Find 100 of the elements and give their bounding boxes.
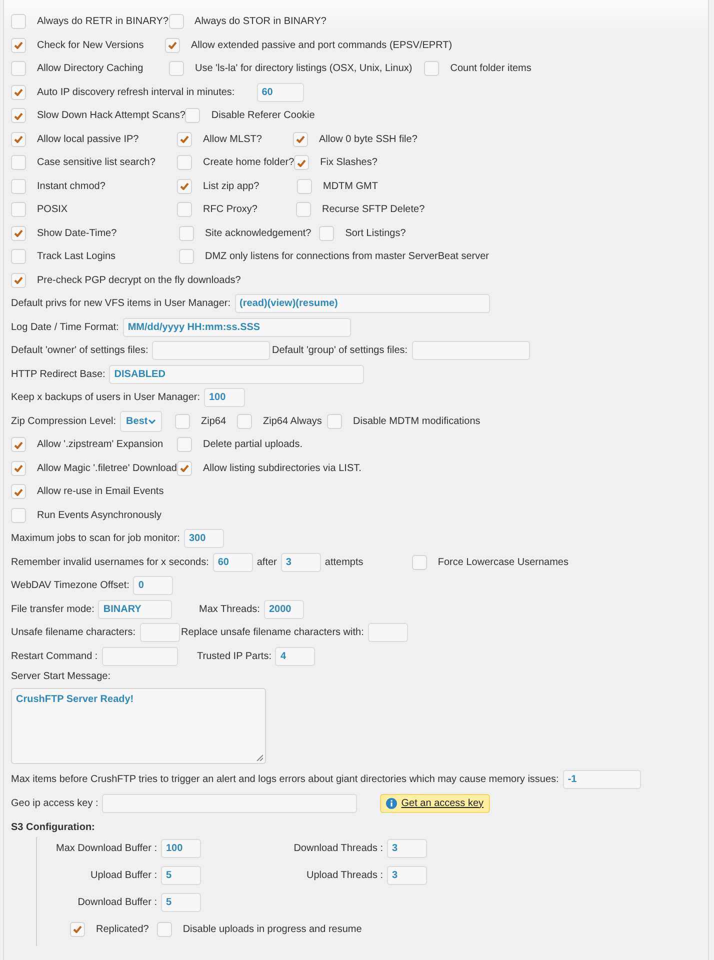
checkbox[interactable] xyxy=(177,155,192,170)
access-key-link[interactable]: Get an access key xyxy=(380,794,490,813)
checkmark-icon xyxy=(14,88,23,96)
checkbox-label: Count folder items xyxy=(450,62,532,76)
checkbox-label: Site acknowledgement? xyxy=(205,226,312,241)
field-label: Zip Compression Level: xyxy=(11,414,116,429)
input-field[interactable] xyxy=(140,623,180,642)
select-dropdown[interactable]: Best xyxy=(120,410,162,432)
checkbox[interactable] xyxy=(11,484,26,500)
checkbox[interactable] xyxy=(11,178,26,194)
checkbox[interactable] xyxy=(177,178,192,194)
checkmark-icon xyxy=(180,464,189,472)
checkbox[interactable] xyxy=(327,414,342,429)
input-field[interactable]: 4 xyxy=(275,646,316,666)
checkbox[interactable] xyxy=(156,922,172,936)
checkbox[interactable] xyxy=(177,460,192,476)
input-field[interactable]: 100 xyxy=(161,839,201,858)
checkbox[interactable] xyxy=(177,132,192,147)
checkbox[interactable] xyxy=(175,414,190,429)
input-field[interactable]: 60 xyxy=(256,82,304,102)
input-field[interactable] xyxy=(102,646,178,666)
input-field[interactable]: 5 xyxy=(161,893,201,912)
checkbox[interactable] xyxy=(237,414,252,429)
checkbox[interactable] xyxy=(11,508,26,523)
input-field[interactable]: 2000 xyxy=(264,600,304,619)
checkbox-label: Always do RETR in BINARY? xyxy=(37,15,169,30)
checkmark-icon xyxy=(14,112,23,120)
resize-grip-icon[interactable] xyxy=(256,754,263,761)
checkbox[interactable] xyxy=(165,38,180,53)
input-field[interactable] xyxy=(152,341,270,360)
checkmark-icon xyxy=(14,276,23,284)
checkbox-label: Zip64 Always xyxy=(263,414,322,429)
checkbox[interactable] xyxy=(293,132,308,147)
checkbox[interactable] xyxy=(297,178,312,194)
input-field[interactable]: BINARY xyxy=(98,600,172,619)
input-field[interactable]: 300 xyxy=(184,529,224,548)
checkbox-label: Always do STOR in BINARY? xyxy=(194,15,326,30)
checkbox[interactable] xyxy=(11,437,26,452)
checkmark-icon xyxy=(180,135,189,144)
field-label: Download Threads : xyxy=(292,842,383,856)
checkbox-label: Instant chmod? xyxy=(37,180,106,194)
field-label: attempts xyxy=(324,556,364,570)
checkbox[interactable] xyxy=(319,226,334,241)
checkbox[interactable] xyxy=(11,14,26,30)
input-field[interactable]: 3 xyxy=(280,552,321,572)
checkbox-label: Show Date-Time? xyxy=(37,226,117,241)
input-field[interactable] xyxy=(368,623,408,642)
input-field[interactable]: 5 xyxy=(161,866,201,885)
checkbox[interactable] xyxy=(412,554,427,570)
checkbox-label: RFC Proxy? xyxy=(203,203,258,218)
checkbox[interactable] xyxy=(294,155,310,170)
checkbox[interactable] xyxy=(185,108,200,124)
checkbox[interactable] xyxy=(168,14,184,30)
input-field[interactable]: 60 xyxy=(212,552,253,572)
checkbox-label: Allow Directory Caching xyxy=(37,62,144,76)
checkbox[interactable] xyxy=(11,38,26,53)
input-field[interactable]: 3 xyxy=(387,839,427,858)
checkmark-icon xyxy=(14,464,23,472)
text-area[interactable]: CrushFTP Server Ready! xyxy=(11,688,266,764)
checkbox[interactable] xyxy=(179,226,194,241)
checkbox[interactable] xyxy=(11,61,26,76)
checkbox[interactable] xyxy=(179,249,194,264)
input-field[interactable]: 3 xyxy=(387,866,427,885)
input-field[interactable]: MM/dd/yyyy HH:mm:ss.SSS xyxy=(122,318,351,337)
input-field[interactable]: (read)(view)(resume) xyxy=(234,294,490,314)
input-field[interactable] xyxy=(102,794,358,813)
input-field[interactable] xyxy=(412,341,530,360)
checkbox[interactable] xyxy=(177,202,192,218)
checkmark-icon xyxy=(14,229,23,238)
checkbox-label: Disable uploads in progress and resume xyxy=(182,922,362,936)
checkbox[interactable] xyxy=(11,226,26,241)
checkbox[interactable] xyxy=(11,108,26,124)
input-field[interactable]: DISABLED xyxy=(109,364,364,384)
input-field[interactable]: 100 xyxy=(204,388,245,408)
checkbox[interactable] xyxy=(11,84,26,100)
checkbox[interactable] xyxy=(11,460,26,476)
checkbox[interactable] xyxy=(11,132,26,147)
checkbox[interactable] xyxy=(11,202,26,218)
checkbox[interactable] xyxy=(296,202,311,218)
checkbox[interactable] xyxy=(177,437,192,452)
input-field[interactable]: 0 xyxy=(133,576,174,596)
field-label: Server Start Message: xyxy=(11,670,110,684)
field-label: Max Download Buffer : xyxy=(55,842,157,856)
checkbox[interactable] xyxy=(70,922,85,936)
checkbox[interactable] xyxy=(11,249,26,264)
input-field[interactable]: -1 xyxy=(562,770,641,790)
field-label: Upload Buffer : xyxy=(89,869,157,883)
checkbox-label: Recurse SFTP Delete? xyxy=(322,203,425,218)
checkbox[interactable] xyxy=(169,61,184,76)
checkbox-label: List zip app? xyxy=(203,180,260,194)
section-heading: S3 Configuration: xyxy=(11,820,96,834)
checkbox-label: Allow 0 byte SSH file? xyxy=(319,132,418,147)
checkbox[interactable] xyxy=(11,272,26,288)
info-icon xyxy=(386,798,398,809)
field-label: Max Threads: xyxy=(199,602,260,617)
checkbox-label: Fix Slashes? xyxy=(320,156,378,170)
checkbox[interactable] xyxy=(11,155,26,170)
checkbox[interactable] xyxy=(424,61,440,76)
checkmark-icon xyxy=(14,488,23,496)
checkbox-label: Disable Referer Cookie xyxy=(211,109,315,124)
